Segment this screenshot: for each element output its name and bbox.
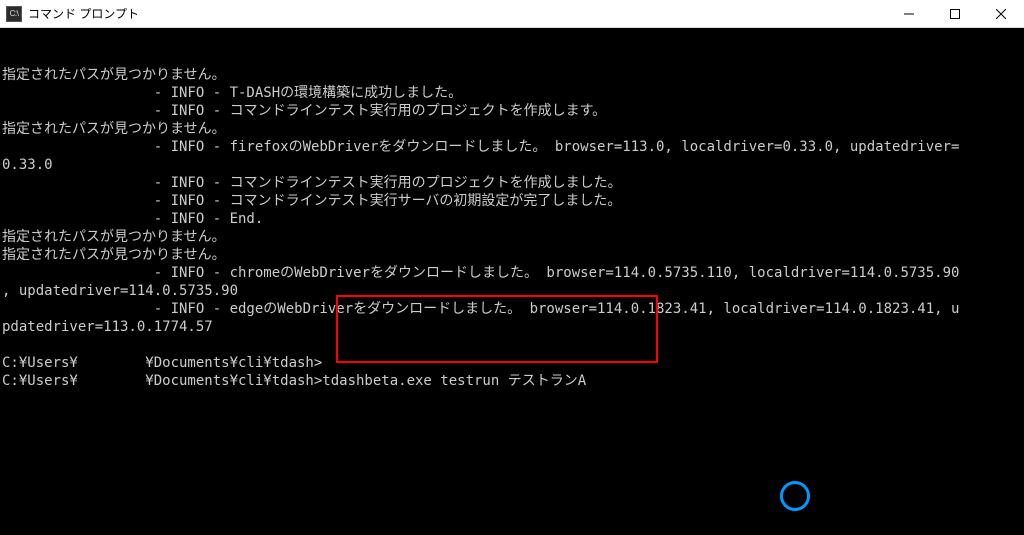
app-icon: C:\ <box>6 6 22 22</box>
terminal-lines: 指定されたパスが見つかりません。 - INFO - T-DASHの環境構築に成功… <box>2 66 1020 390</box>
minimize-icon <box>904 9 914 19</box>
window-controls <box>886 0 1024 27</box>
close-icon <box>996 9 1006 19</box>
terminal-line: 指定されたパスが見つかりません。 <box>2 228 1020 246</box>
terminal-line: - INFO - edgeのWebDriverをダウンロードしました。 brow… <box>2 300 1020 318</box>
terminal-line: - INFO - T-DASHの環境構築に成功しました。 <box>2 84 1020 102</box>
maximize-icon <box>950 9 960 19</box>
terminal-line: - INFO - chromeのWebDriverをダウンロードしました。 br… <box>2 264 1020 282</box>
terminal-line: C:¥Users¥ ¥Documents¥cli¥tdash>tdashbeta… <box>2 372 1020 390</box>
terminal-line: , updatedriver=114.0.5735.90 <box>2 282 1020 300</box>
terminal-line: 0.33.0 <box>2 156 1020 174</box>
terminal-line: C:¥Users¥ ¥Documents¥cli¥tdash> <box>2 354 1020 372</box>
terminal-line: - INFO - コマンドラインテスト実行用のプロジェクトを作成しました。 <box>2 174 1020 192</box>
maximize-button[interactable] <box>932 0 978 27</box>
terminal-line: - INFO - End. <box>2 210 1020 228</box>
close-button[interactable] <box>978 0 1024 27</box>
terminal-line <box>2 336 1020 354</box>
terminal-line: pdatedriver=113.0.1774.57 <box>2 318 1020 336</box>
terminal-line: 指定されたパスが見つかりません。 <box>2 246 1020 264</box>
command-prompt-window: C:\ コマンド プロンプト 指定されたパスが見つかりません。 - INFO -… <box>0 0 1024 535</box>
terminal-line: 指定されたパスが見つかりません。 <box>2 120 1020 138</box>
terminal-output-area[interactable]: 指定されたパスが見つかりません。 - INFO - T-DASHの環境構築に成功… <box>0 28 1024 535</box>
terminal-line: - INFO - コマンドラインテスト実行用のプロジェクトを作成します。 <box>2 102 1020 120</box>
window-title: コマンド プロンプト <box>28 5 139 22</box>
terminal-line: - INFO - firefoxのWebDriverをダウンロードしました。 b… <box>2 138 1020 156</box>
app-icon-text: C:\ <box>10 9 19 18</box>
cortana-ring-icon <box>780 481 810 511</box>
titlebar[interactable]: C:\ コマンド プロンプト <box>0 0 1024 28</box>
terminal-line: - INFO - コマンドラインテスト実行サーバの初期設定が完了しました。 <box>2 192 1020 210</box>
minimize-button[interactable] <box>886 0 932 27</box>
terminal-line: 指定されたパスが見つかりません。 <box>2 66 1020 84</box>
